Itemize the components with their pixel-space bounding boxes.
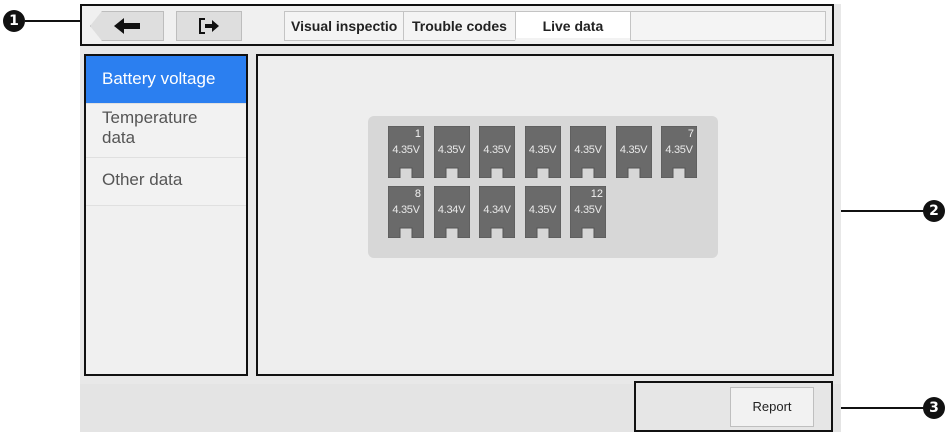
callout-3: 3: [923, 397, 945, 419]
battery-cell: 4.35V: [615, 126, 652, 178]
report-button[interactable]: Report: [730, 387, 814, 427]
callout-2: 2: [923, 200, 945, 222]
battery-cell: 1 4.35V: [388, 126, 424, 178]
exit-button[interactable]: [176, 11, 242, 41]
exit-icon: [199, 18, 219, 34]
callout-2-line: [834, 210, 924, 212]
battery-cell-grid: 1 4.35V 4.35V 4.35V 4.35V 4.35V 4.35V 7 4.35V 8 4.…: [368, 116, 718, 258]
main-panel: 1 4.35V 4.35V 4.35V 4.35V 4.35V 4.35V 7 4.35V 8 4.…: [256, 54, 834, 376]
cell-voltage: 4.35V: [574, 144, 602, 156]
callout-1: 1: [3, 10, 25, 32]
cell-number: 12: [590, 188, 603, 200]
battery-cell: 7 4.35V: [661, 126, 697, 178]
cell-voltage: 4.34V: [483, 204, 511, 216]
cell-number: 1: [414, 128, 421, 140]
back-button[interactable]: [90, 11, 164, 41]
callout-1-line: [25, 20, 81, 22]
battery-cell: 4.34V: [433, 186, 470, 238]
cell-number: 7: [687, 128, 694, 140]
battery-cell: 4.35V: [433, 126, 470, 178]
cell-voltage: 4.35V: [574, 204, 602, 216]
cell-voltage: 4.35V: [528, 144, 557, 156]
battery-cell: 12 4.35V: [570, 186, 606, 238]
cell-voltage: 4.35V: [392, 204, 420, 216]
tab-visual-inspection[interactable]: Visual inspectio: [284, 11, 404, 41]
tab-trouble-codes[interactable]: Trouble codes: [403, 11, 516, 41]
back-arrow-icon: [114, 18, 140, 34]
battery-cell: 4.35V: [570, 126, 606, 178]
battery-cell: 4.35V: [524, 126, 561, 178]
report-area: Report: [634, 381, 833, 432]
sidebar-item-other-data[interactable]: Other data: [86, 158, 246, 206]
cell-voltage: 4.35V: [619, 144, 648, 156]
battery-cell: 8 4.35V: [388, 186, 424, 238]
sidebar-item-battery-voltage[interactable]: Battery voltage: [86, 56, 246, 104]
cell-voltage: 4.35V: [392, 144, 420, 156]
tab-strip-filler: [629, 11, 826, 41]
cell-voltage: 4.35V: [665, 144, 693, 156]
cell-voltage: 4.35V: [483, 144, 511, 156]
tab-strip: Visual inspectio Trouble codes Live data: [284, 11, 826, 41]
cell-voltage: 4.34V: [437, 204, 466, 216]
sidebar: Battery voltage Temperature data Other d…: [84, 54, 248, 376]
cell-number: 8: [414, 188, 421, 200]
top-toolbar: Visual inspectio Trouble codes Live data: [80, 4, 834, 46]
cell-voltage: 4.35V: [437, 144, 466, 156]
sidebar-item-temperature-data[interactable]: Temperature data: [86, 104, 246, 158]
tab-live-data[interactable]: Live data: [514, 11, 631, 41]
battery-cell: 4.35V: [524, 186, 561, 238]
battery-cell: 4.34V: [479, 186, 515, 238]
cell-voltage: 4.35V: [528, 204, 557, 216]
callout-3-line: [834, 407, 924, 409]
battery-cell: 4.35V: [479, 126, 515, 178]
